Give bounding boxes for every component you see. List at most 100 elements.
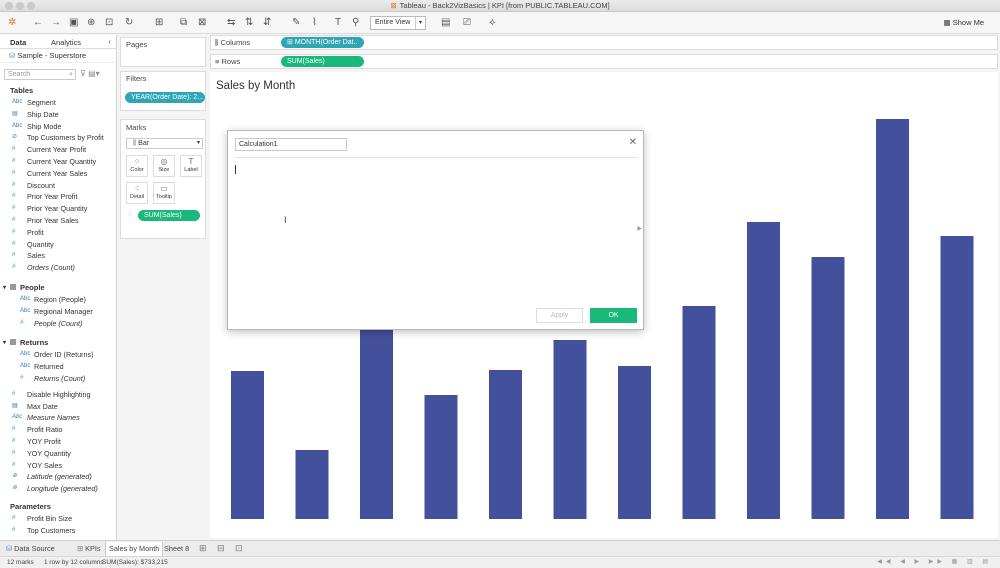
bar-month-2[interactable]	[295, 450, 329, 519]
tab-sheet-8[interactable]: Sheet 8	[161, 542, 192, 556]
undo-icon[interactable]: ←	[33, 16, 43, 30]
section-tables[interactable]: Tables	[0, 85, 116, 97]
field-current-year-quantity[interactable]: # Current Year Quantity	[0, 156, 116, 168]
new-story-tab-icon[interactable]: ⊡	[235, 543, 243, 554]
bar-month-9[interactable]	[747, 222, 780, 519]
section-people[interactable]: ▾ People	[0, 282, 116, 294]
new-datasource-icon[interactable]: ⊕	[87, 16, 95, 30]
field-orders-count[interactable]: # Orders (Count)	[0, 262, 116, 274]
field-prior-year-profit[interactable]: # Prior Year Profit	[0, 191, 116, 203]
detail-button[interactable]: ⁖ Detail	[126, 182, 148, 204]
zoom-window-button[interactable]	[27, 2, 35, 10]
field-profit-ratio[interactable]: # Profit Ratio	[0, 424, 116, 436]
columns-pill-month-order-date[interactable]: ⊞ MONTH(Order Dat..	[281, 37, 364, 48]
field-latitude-generated[interactable]: ⊕ Latitude (generated)	[0, 471, 116, 483]
pause-updates-icon[interactable]: ⊡	[105, 16, 113, 30]
field-prior-year-sales[interactable]: # Prior Year Sales	[0, 215, 116, 227]
sort-descending-icon[interactable]: ⇵	[263, 16, 271, 30]
field-current-year-sales[interactable]: # Current Year Sales	[0, 168, 116, 180]
show-me-button[interactable]: ▦ Show Me	[944, 16, 984, 30]
bar-month-6[interactable]	[553, 340, 587, 519]
field-disable-highlighting[interactable]: # Disable Highlighting	[0, 389, 116, 401]
redo-icon[interactable]: →	[51, 16, 61, 30]
field-ship-date[interactable]: ▤ Ship Date	[0, 109, 116, 121]
filter-fields-icon[interactable]: ⊽ ▤▾	[80, 69, 100, 78]
field-prior-year-quantity[interactable]: # Prior Year Quantity	[0, 203, 116, 215]
save-icon[interactable]: ▣	[69, 16, 78, 30]
pages-card[interactable]: Pages	[120, 37, 206, 67]
ok-button[interactable]: OK	[590, 308, 637, 323]
filter-pill-year-order-date[interactable]: YEAR(Order Date): 2...	[125, 92, 205, 103]
bar-month-11[interactable]	[876, 119, 909, 519]
new-worksheet-icon[interactable]: ⊞	[155, 16, 163, 30]
field-yoy-profit[interactable]: # YOY Profit	[0, 436, 116, 448]
apply-button[interactable]: Apply	[536, 308, 583, 323]
duplicate-sheet-icon[interactable]: ⧉	[180, 16, 187, 30]
share-icon[interactable]: ⟡	[489, 16, 496, 30]
sort-ascending-icon[interactable]: ⇅	[245, 16, 253, 30]
field-current-year-profit[interactable]: # Current Year Profit	[0, 144, 116, 156]
field-top-customers-by-profit[interactable]: ⊘ Top Customers by Profit	[0, 132, 116, 144]
group-members-icon[interactable]: ⌇	[312, 16, 317, 30]
field-returns-count[interactable]: # Returns (Count)	[0, 373, 116, 385]
tab-analytics[interactable]: Analytics	[51, 38, 81, 47]
field-profit-bin-size[interactable]: # Profit Bin Size	[0, 513, 116, 525]
minimize-window-button[interactable]	[16, 2, 24, 10]
field-profit[interactable]: # Profit	[0, 227, 116, 239]
field-longitude-generated[interactable]: ⊕ Longitude (generated)	[0, 483, 116, 495]
field-order-id-returns[interactable]: Abc Order ID (Returns)	[0, 349, 116, 361]
swap-rows-columns-icon[interactable]: ⇆	[227, 16, 235, 30]
bar-month-7[interactable]	[618, 366, 651, 519]
datasource-item[interactable]: ⛁ Sample - Superstore	[0, 49, 116, 63]
field-region-people[interactable]: Abc Region (People)	[0, 294, 116, 306]
bar-month-3[interactable]	[360, 328, 393, 519]
bar-month-10[interactable]	[811, 257, 845, 519]
field-measure-names[interactable]: Abc Measure Names	[0, 412, 116, 424]
tab-data-source[interactable]: ⛁ Data Source	[3, 542, 58, 556]
fix-axes-icon[interactable]: ⚲	[352, 16, 359, 30]
field-yoy-quantity[interactable]: # YOY Quantity	[0, 448, 116, 460]
tableau-logo-icon[interactable]: ✲	[8, 16, 16, 30]
sheet-navigation-icons[interactable]: ◀◀ ◀ ▶ ▶▶ ▦ ▥ ▤	[877, 557, 992, 568]
field-yoy-sales[interactable]: # YOY Sales	[0, 460, 116, 472]
close-icon[interactable]: ✕	[629, 137, 637, 148]
formula-editor[interactable]: I	[235, 159, 638, 299]
rows-shelf[interactable]: ≡ Rows SUM(Sales)	[210, 54, 998, 69]
refresh-icon[interactable]: ↻	[125, 16, 133, 30]
field-sales[interactable]: # Sales	[0, 250, 116, 262]
rows-pill-sum-sales[interactable]: SUM(Sales)	[281, 56, 364, 67]
field-max-date[interactable]: ▤ Max Date	[0, 401, 116, 413]
fit-dropdown[interactable]: Entire View ▾	[370, 16, 426, 30]
expand-functions-icon[interactable]: ▶	[637, 225, 642, 232]
bar-month-12[interactable]	[940, 236, 974, 519]
show-cards-icon[interactable]: ▤	[441, 16, 450, 30]
field-people-count[interactable]: # People (Count)	[0, 318, 116, 330]
new-dashboard-tab-icon[interactable]: ⊟	[217, 543, 225, 554]
field-ship-mode[interactable]: Abc Ship Mode	[0, 121, 116, 133]
bar-month-4[interactable]	[424, 395, 458, 519]
collapse-pane-icon[interactable]: ‹	[108, 37, 111, 46]
bar-month-8[interactable]	[682, 306, 716, 519]
calculation-name-input[interactable]: Calculation1	[235, 138, 347, 151]
clear-sheet-icon[interactable]: ⊠	[198, 16, 206, 30]
bar-month-5[interactable]	[489, 370, 522, 519]
tab-sales-by-month[interactable]: Sales by Month	[105, 542, 164, 556]
label-button[interactable]: T Label	[180, 155, 202, 177]
mark-type-dropdown[interactable]: ⫼ Bar ▾	[126, 138, 203, 149]
show-mark-labels-icon[interactable]: T	[335, 16, 341, 30]
section-parameters[interactable]: Parameters	[0, 501, 116, 513]
filters-card[interactable]: Filters YEAR(Order Date): 2...	[120, 71, 206, 111]
marks-pill-sum-sales[interactable]: SUM(Sales)	[138, 210, 200, 221]
highlight-icon[interactable]: ✎	[292, 16, 300, 30]
columns-shelf[interactable]: ⫼ Columns ⊞ MONTH(Order Dat..	[210, 35, 998, 50]
section-returns[interactable]: ▾ Returns	[0, 337, 116, 349]
tab-data[interactable]: Data	[10, 38, 26, 47]
color-button[interactable]: ⁘ Color	[126, 155, 148, 177]
field-discount[interactable]: # Discount	[0, 180, 116, 192]
new-worksheet-tab-icon[interactable]: ⊞	[199, 543, 207, 554]
presentation-mode-icon[interactable]: ⎚	[463, 16, 471, 30]
field-top-customers[interactable]: # Top Customers	[0, 525, 116, 537]
field-segment[interactable]: Abc Segment	[0, 97, 116, 109]
search-input[interactable]: Search ⌕	[4, 69, 76, 80]
size-button[interactable]: ◎ Size	[153, 155, 175, 177]
